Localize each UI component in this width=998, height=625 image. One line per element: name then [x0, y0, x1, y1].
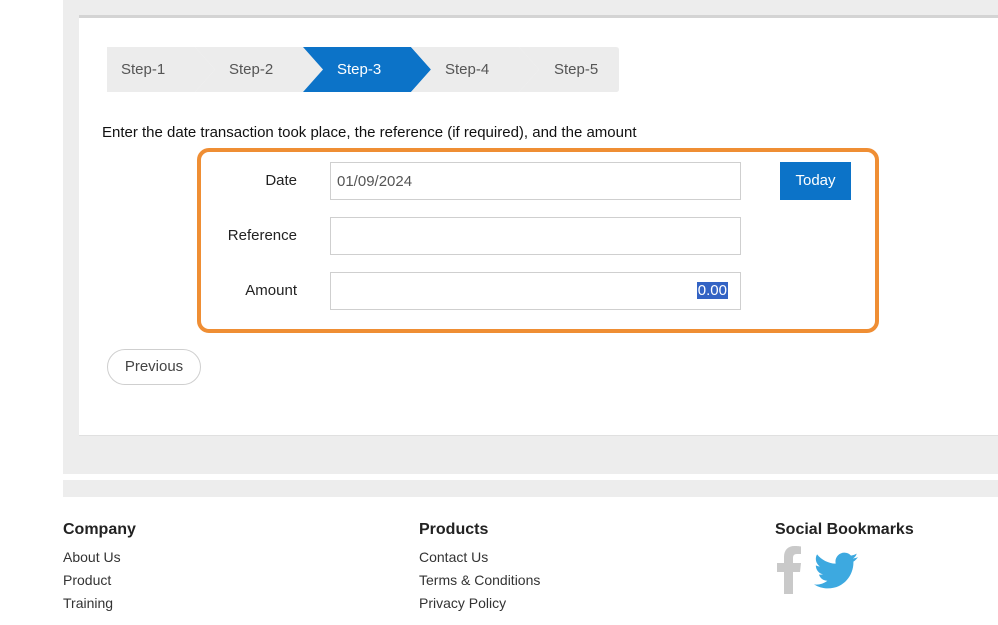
twitter-icon[interactable] [814, 552, 858, 590]
amount-input[interactable]: 0.00 [330, 272, 741, 310]
step-1-label: Step-1 [121, 61, 166, 78]
facebook-icon[interactable] [776, 546, 802, 594]
footer-social-title: Social Bookmarks [775, 521, 914, 538]
footer-link-contact-us[interactable]: Contact Us [419, 546, 540, 569]
step-4-label: Step-4 [445, 61, 490, 78]
reference-input[interactable] [330, 217, 741, 255]
footer-link-product[interactable]: Product [63, 569, 136, 592]
date-label: Date [265, 172, 297, 189]
footer-link-privacy[interactable]: Privacy Policy [419, 592, 540, 615]
footer-company-title: Company [63, 521, 136, 538]
footer-products-title: Products [419, 521, 489, 538]
previous-button[interactable]: Previous [107, 349, 201, 385]
step-5-label: Step-5 [554, 61, 599, 78]
footer-social: Social Bookmarks [775, 521, 914, 546]
instruction-text: Enter the date transaction took place, t… [102, 124, 637, 141]
step-2-label: Step-2 [229, 61, 274, 78]
footer-link-terms[interactable]: Terms & Conditions [419, 569, 540, 592]
today-button[interactable]: Today [780, 162, 851, 200]
date-input[interactable] [330, 162, 741, 200]
footer-company: Company About Us Product Training [63, 521, 136, 615]
footer-divider [63, 480, 998, 497]
amount-value: 0.00 [696, 282, 728, 299]
footer-link-training[interactable]: Training [63, 592, 136, 615]
step-5[interactable]: Step-5 [519, 47, 619, 92]
amount-label: Amount [245, 282, 297, 299]
footer-products: Products Contact Us Terms & Conditions P… [419, 521, 540, 615]
footer-link-about-us[interactable]: About Us [63, 546, 136, 569]
step-3-label: Step-3 [337, 61, 382, 78]
reference-label: Reference [227, 227, 297, 244]
